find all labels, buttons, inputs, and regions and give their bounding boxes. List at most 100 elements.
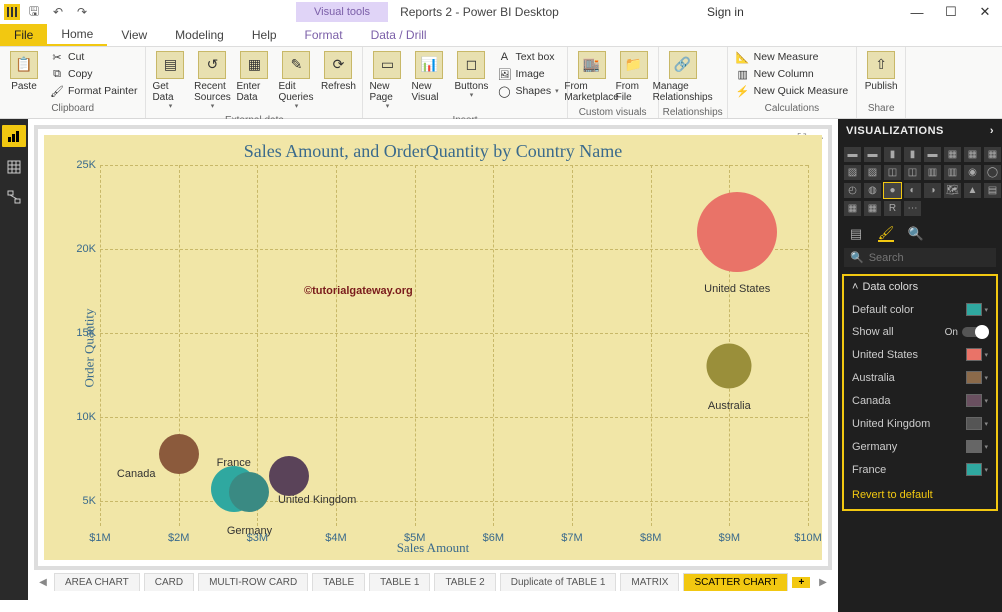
- default-color-picker[interactable]: ▾: [966, 303, 988, 316]
- data-view-button[interactable]: [4, 157, 24, 177]
- page-prev-button[interactable]: ◀: [36, 577, 50, 588]
- from-marketplace-button[interactable]: 🏬From Marketplace: [572, 49, 612, 105]
- viz-type-25[interactable]: ▦: [864, 201, 881, 216]
- model-view-button[interactable]: [4, 187, 24, 207]
- tab-format[interactable]: Format: [291, 24, 357, 46]
- page-tab-matrix[interactable]: MATRIX: [620, 573, 679, 591]
- page-tab-card[interactable]: CARD: [144, 573, 194, 591]
- page-next-button[interactable]: ▶: [816, 577, 830, 588]
- fields-tab-icon[interactable]: ▤: [848, 226, 864, 242]
- cut-button[interactable]: ✂Cut: [46, 49, 141, 65]
- viz-type-26[interactable]: R: [884, 201, 901, 216]
- viz-type-23[interactable]: ▤: [984, 183, 1001, 198]
- color-picker[interactable]: ▾: [966, 440, 988, 453]
- close-button[interactable]: ✕: [968, 0, 1002, 24]
- format-painter-button[interactable]: 🖌Format Painter: [46, 83, 141, 99]
- visual-container[interactable]: ⛶ ⋯ Sales Amount, and OrderQuantity by C…: [34, 125, 832, 570]
- viz-type-6[interactable]: ▦: [964, 147, 981, 162]
- buttons-button[interactable]: ◻Buttons▾: [451, 49, 491, 102]
- page-tab-table-2[interactable]: TABLE 2: [434, 573, 495, 591]
- bubble-australia[interactable]: [707, 344, 752, 389]
- viz-type-18[interactable]: ●: [884, 183, 901, 198]
- add-page-button[interactable]: +: [792, 577, 810, 588]
- viz-type-2[interactable]: ▮: [884, 147, 901, 162]
- viz-type-12[interactable]: ▥: [924, 165, 941, 180]
- viz-type-15[interactable]: ◯: [984, 165, 1001, 180]
- recent-sources-button[interactable]: ↺Recent Sources▾: [192, 49, 232, 113]
- viz-type-13[interactable]: ▥: [944, 165, 961, 180]
- viz-type-8[interactable]: ▨: [844, 165, 861, 180]
- format-search[interactable]: 🔍: [844, 248, 996, 267]
- viz-type-3[interactable]: ▮: [904, 147, 921, 162]
- report-view-button[interactable]: [2, 125, 26, 147]
- format-tab-icon[interactable]: 🖌: [878, 226, 894, 242]
- viz-type-16[interactable]: ◴: [844, 183, 861, 198]
- page-tab-duplicate-of-table-1[interactable]: Duplicate of TABLE 1: [500, 573, 617, 591]
- viz-type-14[interactable]: ◉: [964, 165, 981, 180]
- minimize-button[interactable]: ―: [900, 0, 934, 24]
- color-picker[interactable]: ▾: [966, 463, 988, 476]
- viz-type-5[interactable]: ▦: [944, 147, 961, 162]
- viz-type-20[interactable]: ◑: [924, 183, 941, 198]
- page-tab-multi-row-card[interactable]: MULTI-ROW CARD: [198, 573, 308, 591]
- data-colors-header[interactable]: ˄ Data colors: [844, 276, 996, 298]
- viz-type-24[interactable]: ▦: [844, 201, 861, 216]
- tab-file[interactable]: File: [0, 24, 47, 46]
- manage-relationships-button[interactable]: 🔗Manage Relationships: [663, 49, 703, 105]
- bubble-germany[interactable]: [229, 472, 269, 512]
- edit-queries-button[interactable]: ✎Edit Queries▾: [276, 49, 316, 113]
- show-all-toggle[interactable]: [962, 327, 988, 337]
- tab-modeling[interactable]: Modeling: [161, 24, 238, 46]
- tab-view[interactable]: View: [107, 24, 161, 46]
- viz-type-1[interactable]: ▬: [864, 147, 881, 162]
- viz-type-27[interactable]: ⋯: [904, 201, 921, 216]
- analytics-tab-icon[interactable]: 🔍: [908, 226, 924, 242]
- page-tab-scatter-chart[interactable]: SCATTER CHART: [683, 573, 788, 591]
- visualizations-header[interactable]: VISUALIZATIONS ›: [838, 119, 1002, 143]
- get-data-button[interactable]: ▤Get Data▾: [150, 49, 190, 113]
- viz-type-10[interactable]: ◫: [884, 165, 901, 180]
- new-quick-measure-button[interactable]: ⚡New Quick Measure: [732, 83, 853, 99]
- page-tab-area-chart[interactable]: AREA CHART: [54, 573, 140, 591]
- enter-data-button[interactable]: ▦Enter Data: [234, 49, 274, 105]
- page-tab-table-1[interactable]: TABLE 1: [369, 573, 430, 591]
- from-file-button[interactable]: 📁From File: [614, 49, 654, 105]
- bubble-united-kingdom[interactable]: [269, 456, 309, 496]
- redo-icon[interactable]: ↷: [72, 2, 92, 22]
- bubble-united-states[interactable]: [697, 192, 777, 272]
- viz-type-0[interactable]: ▬: [844, 147, 861, 162]
- new-page-button[interactable]: ▭New Page▾: [367, 49, 407, 113]
- publish-button[interactable]: ⇧Publish: [861, 49, 901, 94]
- new-measure-button[interactable]: 📐New Measure: [732, 49, 853, 65]
- tab-help[interactable]: Help: [238, 24, 291, 46]
- color-picker[interactable]: ▾: [966, 348, 988, 361]
- copy-button[interactable]: ⧉Copy: [46, 66, 141, 82]
- revert-to-default-link[interactable]: Revert to default: [844, 481, 996, 509]
- color-picker[interactable]: ▾: [966, 394, 988, 407]
- paste-button[interactable]: 📋 Paste: [4, 49, 44, 94]
- shapes-button[interactable]: ◯Shapes ▾: [493, 83, 562, 99]
- bubble-canada[interactable]: [159, 434, 199, 474]
- viz-type-21[interactable]: 🗺: [944, 183, 961, 198]
- undo-icon[interactable]: ↶: [48, 2, 68, 22]
- save-icon[interactable]: 🖫: [24, 2, 44, 22]
- viz-type-22[interactable]: ▲: [964, 183, 981, 198]
- viz-type-17[interactable]: ◍: [864, 183, 881, 198]
- search-input[interactable]: [869, 252, 1002, 264]
- tab-home[interactable]: Home: [47, 24, 107, 46]
- viz-type-19[interactable]: ◐: [904, 183, 921, 198]
- image-button[interactable]: 🖼Image: [493, 66, 562, 82]
- viz-type-11[interactable]: ◫: [904, 165, 921, 180]
- new-column-button[interactable]: ▥New Column: [732, 66, 853, 82]
- new-visual-button[interactable]: 📊New Visual: [409, 49, 449, 105]
- color-picker[interactable]: ▾: [966, 371, 988, 384]
- text-box-button[interactable]: AText box: [493, 49, 562, 65]
- maximize-button[interactable]: ☐: [934, 0, 968, 24]
- refresh-button[interactable]: ⟳Refresh: [318, 49, 358, 94]
- page-tab-table[interactable]: TABLE: [312, 573, 365, 591]
- sign-in-link[interactable]: Sign in: [707, 5, 744, 19]
- tab-data-drill[interactable]: Data / Drill: [357, 24, 441, 46]
- viz-type-7[interactable]: ▦: [984, 147, 1001, 162]
- viz-type-9[interactable]: ▨: [864, 165, 881, 180]
- viz-type-4[interactable]: ▬: [924, 147, 941, 162]
